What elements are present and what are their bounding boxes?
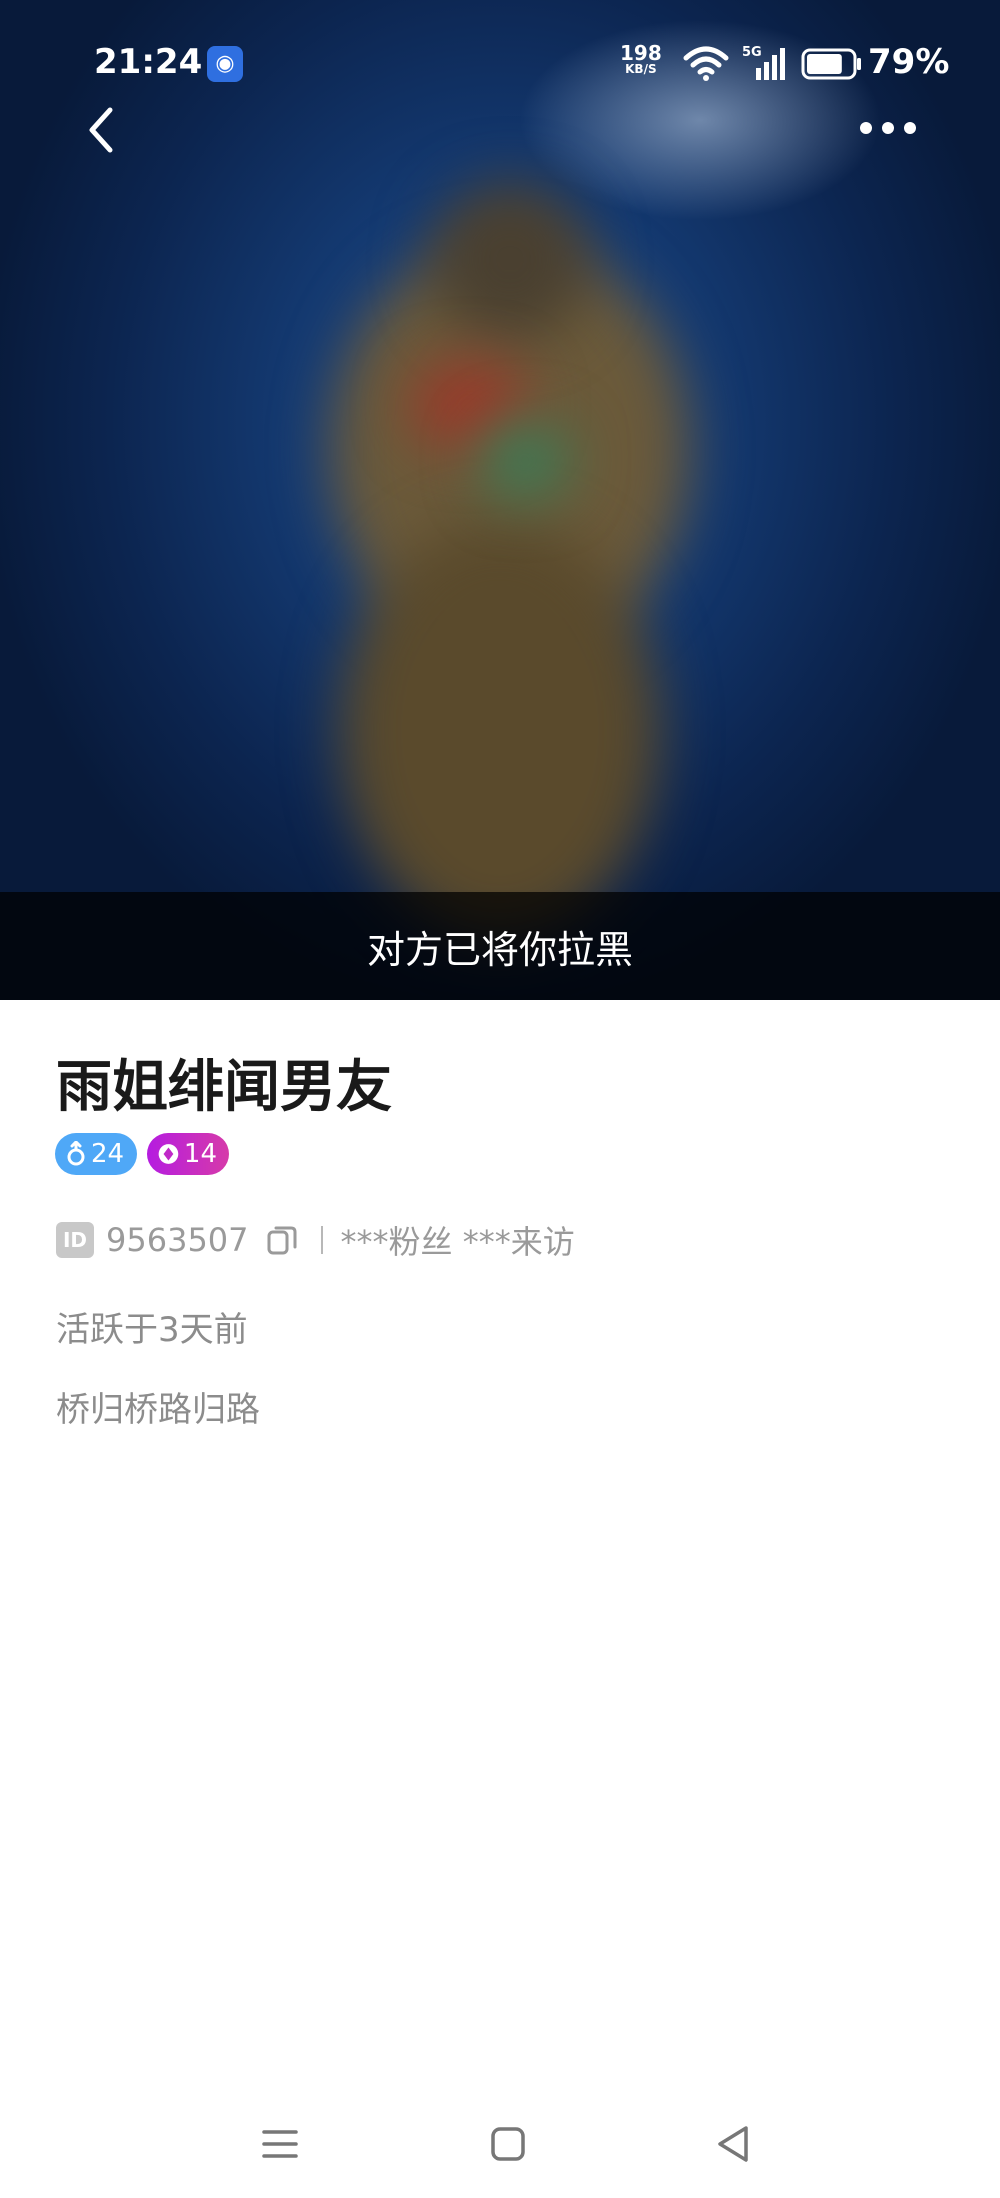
gender-age-value: 24 xyxy=(91,1139,125,1169)
last-active: 活跃于3天前 xyxy=(56,1310,248,1350)
battery-percent: 79% xyxy=(868,42,950,82)
blocked-banner: 对方已将你拉黑 xyxy=(0,892,1000,1000)
battery-icon xyxy=(801,48,861,80)
id-label: ID xyxy=(56,1222,94,1258)
level-value: 14 xyxy=(183,1139,217,1169)
male-icon xyxy=(67,1141,85,1166)
browser-app-icon: ◉ xyxy=(207,46,243,82)
nav-back-button[interactable] xyxy=(704,2114,764,2174)
diamond-icon xyxy=(158,1144,179,1164)
user-id: 9563507 xyxy=(106,1221,249,1259)
menu-icon xyxy=(262,2130,298,2158)
network-speed: 198 KB/S xyxy=(620,43,662,76)
nav-home-button[interactable] xyxy=(478,2114,538,2174)
status-time: 21:24 xyxy=(94,42,203,82)
level-badge: 14 xyxy=(147,1133,229,1175)
id-row: ID 9563507 ***粉丝 ***来访 xyxy=(56,1218,575,1262)
network-type: 5G xyxy=(742,45,762,60)
wifi-icon xyxy=(683,46,729,81)
gender-age-badge: 24 xyxy=(55,1133,137,1175)
nav-menu-button[interactable] xyxy=(250,2114,310,2174)
fans-visitors-stats: ***粉丝 ***来访 xyxy=(340,1223,575,1261)
divider xyxy=(320,1226,323,1254)
status-bar: 21:24 ◉ 198 KB/S 5G 79% xyxy=(0,0,1000,120)
network-speed-unit: KB/S xyxy=(625,62,657,76)
cover-figure-blur-5 xyxy=(480,420,570,500)
back-button[interactable] xyxy=(78,100,128,160)
more-dots-icon xyxy=(860,122,916,134)
home-square-icon xyxy=(491,2127,525,2161)
blocked-message: 对方已将你拉黑 xyxy=(366,927,633,972)
profile-cover: 21:24 ◉ 198 KB/S 5G 79% 对方已将你拉黑 xyxy=(0,0,1000,1000)
cover-figure-blur-2 xyxy=(340,520,660,940)
back-triangle-icon xyxy=(718,2126,748,2162)
chevron-left-icon xyxy=(89,107,113,153)
cover-figure-blur-3 xyxy=(430,180,590,340)
profile-name: 雨姐绯闻男友 xyxy=(56,1055,392,1120)
more-options-button[interactable] xyxy=(856,110,920,146)
profile-bio: 桥归桥路归路 xyxy=(56,1390,260,1430)
copy-icon[interactable] xyxy=(265,1223,299,1257)
signal-icon: 5G xyxy=(742,45,785,80)
system-nav-bar xyxy=(0,2100,1000,2180)
